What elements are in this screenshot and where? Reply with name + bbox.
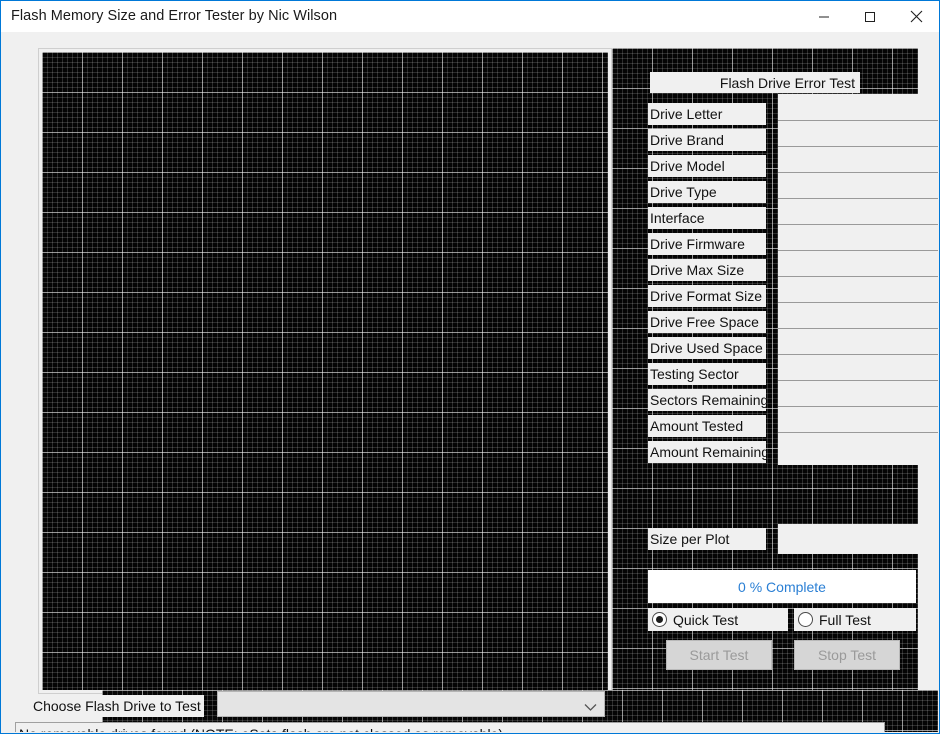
field-label: Testing Sector xyxy=(648,363,766,385)
field-label: Drive Letter xyxy=(648,103,766,125)
field-label: Drive Max Size xyxy=(648,259,766,281)
progress-bar: 0 % Complete xyxy=(648,570,916,603)
close-button[interactable] xyxy=(893,1,939,32)
start-test-button[interactable]: Start Test xyxy=(666,640,772,670)
field-row: Drive Type xyxy=(648,179,858,205)
radio-full-test[interactable]: Full Test xyxy=(794,608,916,631)
sector-plot-canvas[interactable] xyxy=(42,52,608,690)
field-label: Sectors Remaining xyxy=(648,389,766,411)
maximize-icon xyxy=(864,11,876,23)
field-list: Drive Letter Drive Brand Drive Model Drive … xyxy=(648,101,858,465)
radio-quick-test-label: Quick Test xyxy=(673,611,739,628)
field-label: Drive Used Space xyxy=(648,337,766,359)
radio-quick-test[interactable]: Quick Test xyxy=(648,608,788,631)
field-label: Amount Tested xyxy=(648,415,766,437)
minimize-icon xyxy=(818,11,830,23)
field-label: Drive Free Space xyxy=(648,311,766,333)
info-panel: Flash Drive Error Test .................… xyxy=(612,48,938,694)
field-label: Amount Remaining xyxy=(648,441,766,463)
field-row: Drive Max Size xyxy=(648,257,858,283)
field-row: Sectors Remaining xyxy=(648,387,858,413)
size-per-plot-value: ... xyxy=(778,524,938,554)
application-window: Flash Memory Size and Error Tester by Ni… xyxy=(0,0,940,734)
size-per-plot-label: Size per Plot xyxy=(648,528,766,550)
field-row: Interface xyxy=(648,205,858,231)
plot-panel xyxy=(38,48,612,694)
field-label: Interface xyxy=(648,207,766,229)
field-row: Amount Remaining xyxy=(648,439,858,465)
choose-drive-label: Choose Flash Drive to Test xyxy=(30,695,204,717)
radio-empty-icon xyxy=(798,612,813,627)
field-row: Drive Used Space xyxy=(648,335,858,361)
field-row: Drive Firmware xyxy=(648,231,858,257)
field-label: Drive Brand xyxy=(648,129,766,151)
field-label: Drive Firmware xyxy=(648,233,766,255)
chevron-down-icon xyxy=(584,699,597,717)
drive-select[interactable] xyxy=(217,691,605,717)
title-bar[interactable]: Flash Memory Size and Error Tester by Ni… xyxy=(1,1,939,32)
client-area: Flash Drive Error Test .................… xyxy=(2,32,938,732)
panel-title: Flash Drive Error Test xyxy=(650,72,860,93)
start-test-label: Start Test xyxy=(689,647,749,663)
window-title: Flash Memory Size and Error Tester by Ni… xyxy=(11,8,338,24)
field-row: Drive Brand xyxy=(648,127,858,153)
field-row: Drive Letter xyxy=(648,101,858,127)
field-label: Drive Type xyxy=(648,181,766,203)
progress-label: 0 % Complete xyxy=(738,578,826,595)
field-row: Drive Model xyxy=(648,153,858,179)
radio-filled-icon xyxy=(652,612,667,627)
radio-full-test-label: Full Test xyxy=(819,611,871,628)
field-row: Testing Sector xyxy=(648,361,858,387)
field-row: Drive Format Size xyxy=(648,283,858,309)
stop-test-button[interactable]: Stop Test xyxy=(794,640,900,670)
field-row: Amount Tested xyxy=(648,413,858,439)
field-row: Drive Free Space xyxy=(648,309,858,335)
stop-test-label: Stop Test xyxy=(817,647,877,663)
minimize-button[interactable] xyxy=(801,1,847,32)
status-bar: No removable drives found (NOTE: eSata f… xyxy=(15,722,885,732)
close-icon xyxy=(910,10,923,23)
field-label: Drive Model xyxy=(648,155,766,177)
maximize-button[interactable] xyxy=(847,1,893,32)
field-label: Drive Format Size xyxy=(648,285,766,307)
